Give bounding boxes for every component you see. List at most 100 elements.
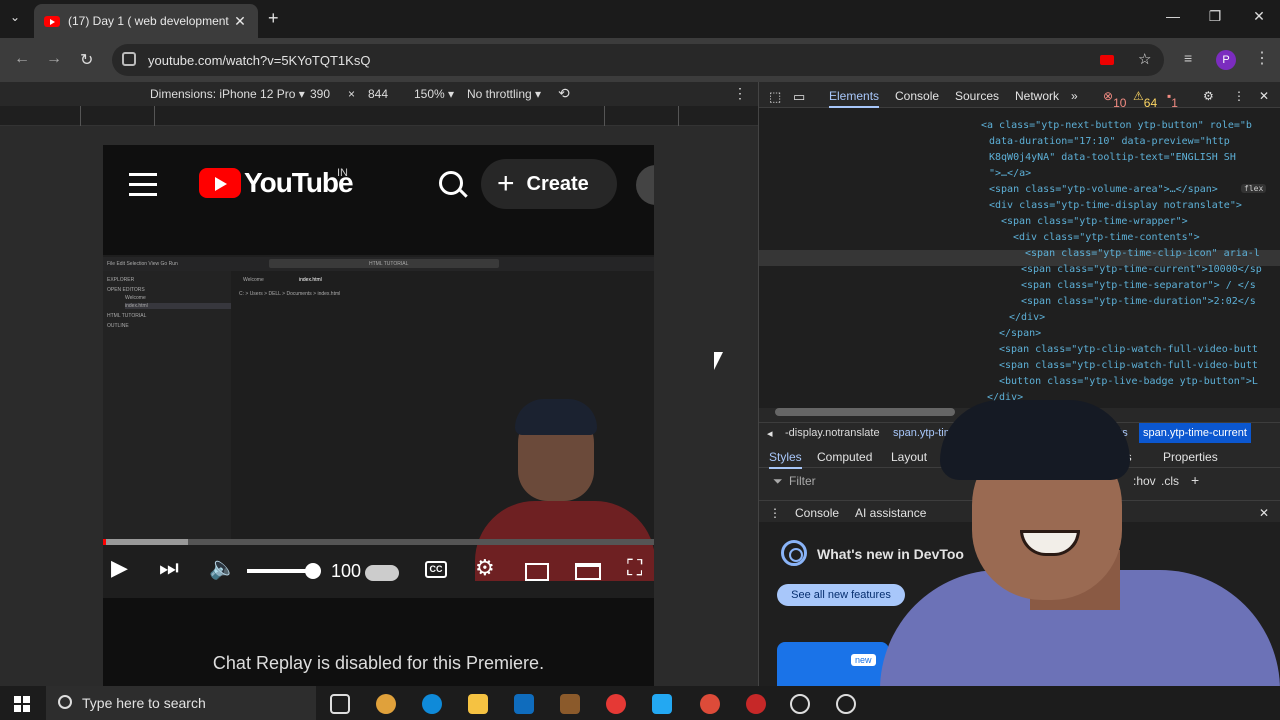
browser-tab-youtube[interactable]: (17) Day 1 ( web development | ✕ [34, 4, 258, 38]
copilot-icon[interactable] [376, 694, 396, 714]
play-icon[interactable]: ▶ [111, 555, 128, 581]
styles-filter-input[interactable]: Filter [789, 474, 816, 488]
throttling-select[interactable]: No throttling ▾ [467, 87, 541, 101]
flex-badge[interactable]: flex [1241, 184, 1267, 193]
dom-line[interactable]: <span class="ytp-time-wrapper"> [1001, 216, 1188, 227]
file-explorer-icon[interactable] [468, 694, 488, 714]
warning-count[interactable]: ⚠ 64 [1133, 89, 1157, 110]
dom-line[interactable]: <span class="ytp-time-current">10000</sp [1021, 264, 1262, 275]
hamburger-menu-icon[interactable] [129, 173, 157, 203]
dom-line[interactable]: <a class="ytp-next-button ytp-button" ro… [981, 120, 1252, 131]
dom-tree[interactable]: <a class="ytp-next-button ytp-button" ro… [759, 108, 1280, 408]
recorder-icon[interactable] [836, 694, 856, 714]
volume-slider[interactable] [247, 563, 321, 579]
windows-start-icon[interactable] [14, 696, 30, 712]
dom-line[interactable]: <div class="ytp-time-contents"> [1013, 232, 1200, 243]
volume-value: 100 [331, 561, 362, 581]
bookmark-star-icon[interactable]: ☆ [1138, 50, 1151, 68]
site-info-icon[interactable] [122, 52, 136, 66]
youtube-extension-icon[interactable] [1100, 55, 1114, 65]
subtab-styles[interactable]: Styles [769, 450, 802, 469]
issue-count[interactable]: ▪ 1 [1167, 89, 1178, 110]
obs-icon[interactable] [790, 694, 810, 714]
chrome-icon[interactable] [700, 694, 720, 714]
subtab-computed[interactable]: Computed [817, 450, 872, 464]
vscode-menu: File Edit Selection View Go Run [107, 261, 178, 267]
volume-icon[interactable]: 🔈 [209, 555, 236, 581]
tab-sources[interactable]: Sources [955, 89, 999, 103]
dom-line[interactable]: K8qW0j4yNA" data-tooltip-text="ENGLISH S… [989, 152, 1236, 163]
vscode-icon[interactable] [652, 694, 672, 714]
device-width-input[interactable]: 390 [310, 87, 330, 101]
search-icon[interactable] [439, 171, 463, 195]
device-dimensions-select[interactable]: Dimensions: iPhone 12 Pro ▾ [150, 87, 305, 101]
devtools-settings-gear-icon[interactable]: ⚙ [1203, 89, 1214, 103]
tab-search-chevron-icon[interactable]: ⌄ [10, 10, 20, 24]
zoom-select[interactable]: 150% ▾ [414, 87, 454, 101]
video-progress-bar[interactable] [103, 539, 654, 545]
dom-line[interactable]: ">…</a> [989, 168, 1031, 179]
dom-line[interactable]: <span class="ytp-clip-watch-full-video-b… [999, 360, 1258, 371]
task-view-icon[interactable] [330, 694, 350, 714]
miniplayer-icon[interactable] [525, 563, 549, 581]
youtube-logo[interactable]: YouTube IN [199, 167, 354, 199]
error-count[interactable]: ⊗ 10 [1103, 89, 1126, 110]
drawer-menu-icon[interactable]: ⋮ [769, 506, 781, 520]
video-player[interactable]: File Edit Selection View Go Run HTML TUT… [103, 255, 654, 598]
dom-line[interactable]: data-duration="17:10" data-preview="http [989, 136, 1230, 147]
more-tabs-button[interactable]: » [1071, 89, 1078, 103]
whats-new-thumbnail[interactable]: new [777, 642, 889, 686]
breadcrumb-scroll-left-icon[interactable]: ◂ [767, 427, 773, 440]
tab-close-button[interactable]: ✕ [232, 13, 248, 30]
devtools-close-icon[interactable]: ✕ [1259, 89, 1269, 103]
rotate-icon[interactable]: ⟲ [558, 85, 570, 102]
fullscreen-icon[interactable]: ⛶ [627, 555, 642, 581]
profile-avatar[interactable]: P [1216, 50, 1236, 70]
tab-elements[interactable]: Elements [829, 89, 880, 108]
drawer-tab-console[interactable]: Console [795, 506, 839, 520]
dom-line[interactable]: <span class="ytp-volume-area">…</span> [989, 184, 1218, 195]
wps-office-icon[interactable] [606, 694, 626, 714]
taskbar-search-box[interactable]: Type here to search [46, 686, 316, 720]
browser-menu-icon[interactable]: ⋮ [1254, 48, 1270, 68]
media-controls-icon[interactable]: ≡ [1184, 50, 1192, 66]
outlook-icon[interactable] [514, 694, 534, 714]
tab-network[interactable]: Network [1015, 89, 1059, 103]
tab-console[interactable]: Console [895, 89, 939, 103]
dom-line[interactable]: <span class="ytp-clip-watch-full-video-b… [999, 344, 1258, 355]
device-toggle-icon[interactable]: ▭ [793, 89, 805, 105]
dom-line[interactable]: <button class="ytp-live-badge ytp-button… [999, 376, 1258, 387]
device-toolbar-menu-icon[interactable]: ⋮ [733, 85, 747, 102]
address-bar[interactable]: youtube.com/watch?v=5KYoTQT1KsQ ☆ [112, 44, 1164, 76]
captions-icon[interactable]: CC [425, 561, 447, 578]
create-button[interactable]: + Create [481, 159, 617, 209]
inspect-element-icon[interactable]: ⬚ [769, 89, 781, 105]
reload-icon[interactable]: ↻ [80, 50, 93, 70]
settings-gear-icon[interactable]: ⚙ [475, 555, 495, 581]
vscode-path: C: > Users > DELL > Documents > index.ht… [239, 291, 341, 297]
close-window-button[interactable]: ✕ [1244, 8, 1274, 25]
new-tab-button[interactable]: + [268, 8, 279, 29]
media-query-ruler [0, 106, 758, 126]
chrome-active-icon[interactable] [746, 694, 766, 714]
dom-line[interactable]: </span> [999, 328, 1041, 339]
dom-line[interactable]: <span class="ytp-time-clip-icon" aria-l [1025, 248, 1260, 259]
minimize-button[interactable]: — [1158, 8, 1188, 24]
account-button-edge[interactable] [636, 165, 654, 205]
theater-mode-icon[interactable] [575, 563, 601, 580]
winrar-icon[interactable] [560, 694, 580, 714]
vscode-folder: HTML TUTORIAL [107, 313, 147, 319]
dom-line[interactable]: <span class="ytp-time-separator"> / </s [1021, 280, 1256, 291]
dom-line[interactable]: <span class="ytp-time-duration">2:02</s [1021, 296, 1256, 307]
maximize-button[interactable]: ❐ [1200, 8, 1230, 25]
edge-browser-icon[interactable] [422, 694, 442, 714]
devtools-menu-icon[interactable]: ⋮ [1233, 89, 1245, 103]
autoplay-toggle[interactable] [365, 565, 399, 581]
breadcrumb-item[interactable]: -display.notranslate [785, 427, 880, 439]
dom-line[interactable]: </div> [1009, 312, 1045, 323]
device-height-input[interactable]: 844 [368, 87, 388, 101]
forward-arrow-icon[interactable]: → [46, 50, 62, 68]
next-video-icon[interactable]: ⏭ [159, 555, 179, 581]
dom-line[interactable]: <div class="ytp-time-display notranslate… [989, 200, 1242, 211]
back-arrow-icon[interactable]: ← [14, 50, 30, 68]
